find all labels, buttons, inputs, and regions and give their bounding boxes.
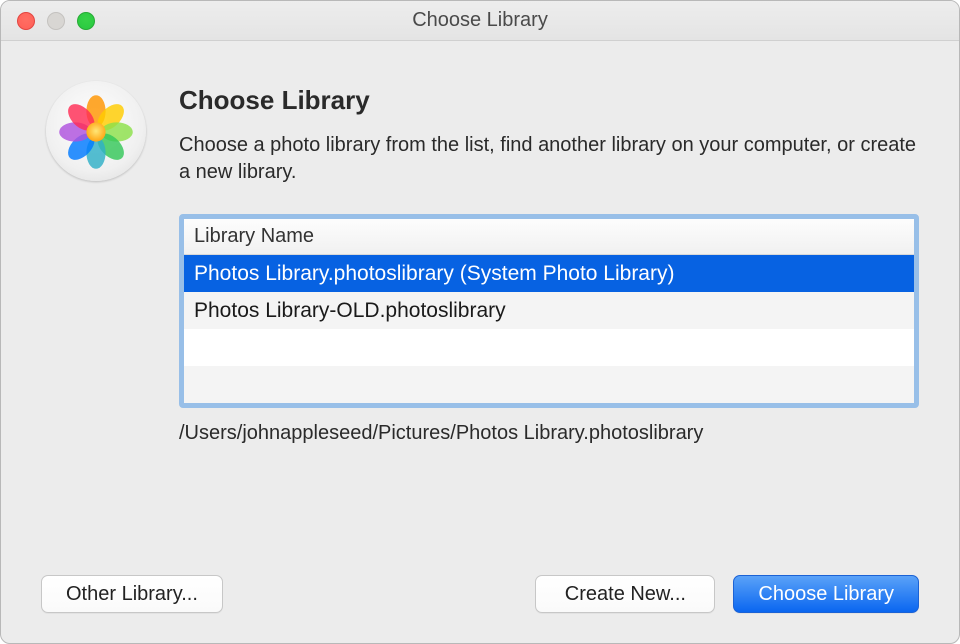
dialog-title: Choose Library: [179, 85, 919, 116]
other-library-button[interactable]: Other Library...: [41, 575, 223, 613]
app-icon-container: [41, 81, 151, 181]
create-new-button[interactable]: Create New...: [535, 575, 715, 613]
library-list-row[interactable]: Photos Library.photoslibrary (System Pho…: [184, 255, 914, 292]
zoom-icon[interactable]: [77, 12, 95, 30]
photos-flower-icon: [56, 92, 136, 172]
dialog-header: Choose Library Choose a photo library fr…: [41, 81, 919, 186]
library-list[interactable]: Library Name Photos Library.photoslibrar…: [179, 214, 919, 408]
dialog-header-text: Choose Library Choose a photo library fr…: [179, 81, 919, 186]
dialog-buttons: Other Library... Create New... Choose Li…: [41, 545, 919, 613]
window-title: Choose Library: [1, 9, 959, 32]
library-list-row[interactable]: Photos Library-OLD.photoslibrary: [184, 292, 914, 329]
library-list-body: Photos Library.photoslibrary (System Pho…: [184, 255, 914, 403]
library-list-row[interactable]: [184, 366, 914, 403]
choose-library-button[interactable]: Choose Library: [733, 575, 919, 613]
library-list-area: Library Name Photos Library.photoslibrar…: [179, 214, 919, 445]
minimize-icon: [47, 12, 65, 30]
library-list-column-header[interactable]: Library Name: [184, 219, 914, 255]
library-list-row[interactable]: [184, 329, 914, 366]
window-controls: [1, 12, 95, 30]
selected-library-path: /Users/johnappleseed/Pictures/Photos Lib…: [179, 422, 919, 445]
dialog-content: Choose Library Choose a photo library fr…: [1, 41, 959, 643]
photos-app-icon: [46, 81, 146, 181]
choose-library-window: Choose Library: [0, 0, 960, 644]
close-icon[interactable]: [17, 12, 35, 30]
dialog-description: Choose a photo library from the list, fi…: [179, 132, 919, 186]
titlebar: Choose Library: [1, 1, 959, 41]
